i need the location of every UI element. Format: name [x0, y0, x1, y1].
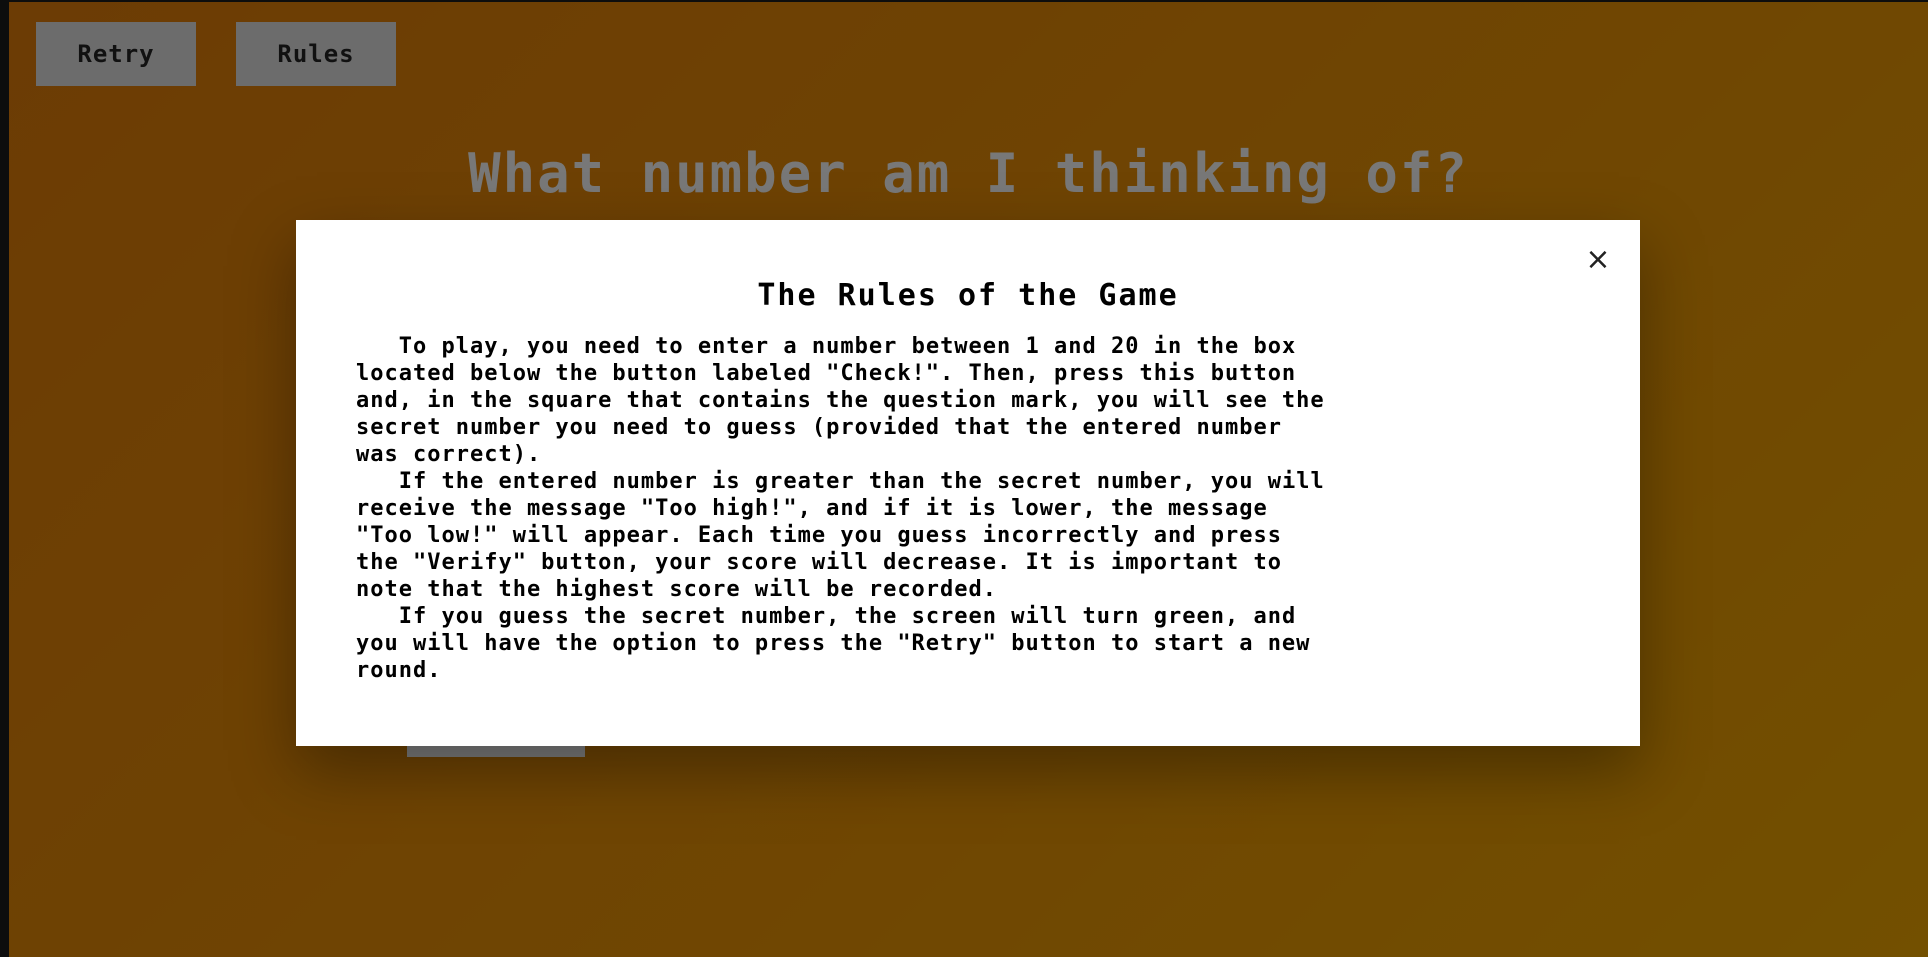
rules-text: To play, you need to enter a number betw… — [356, 334, 1325, 683]
close-icon[interactable]: × — [1582, 244, 1614, 276]
modal-title: The Rules of the Game — [757, 278, 1179, 313]
rules-modal: × The Rules of the Game To play, you nee… — [296, 220, 1640, 746]
